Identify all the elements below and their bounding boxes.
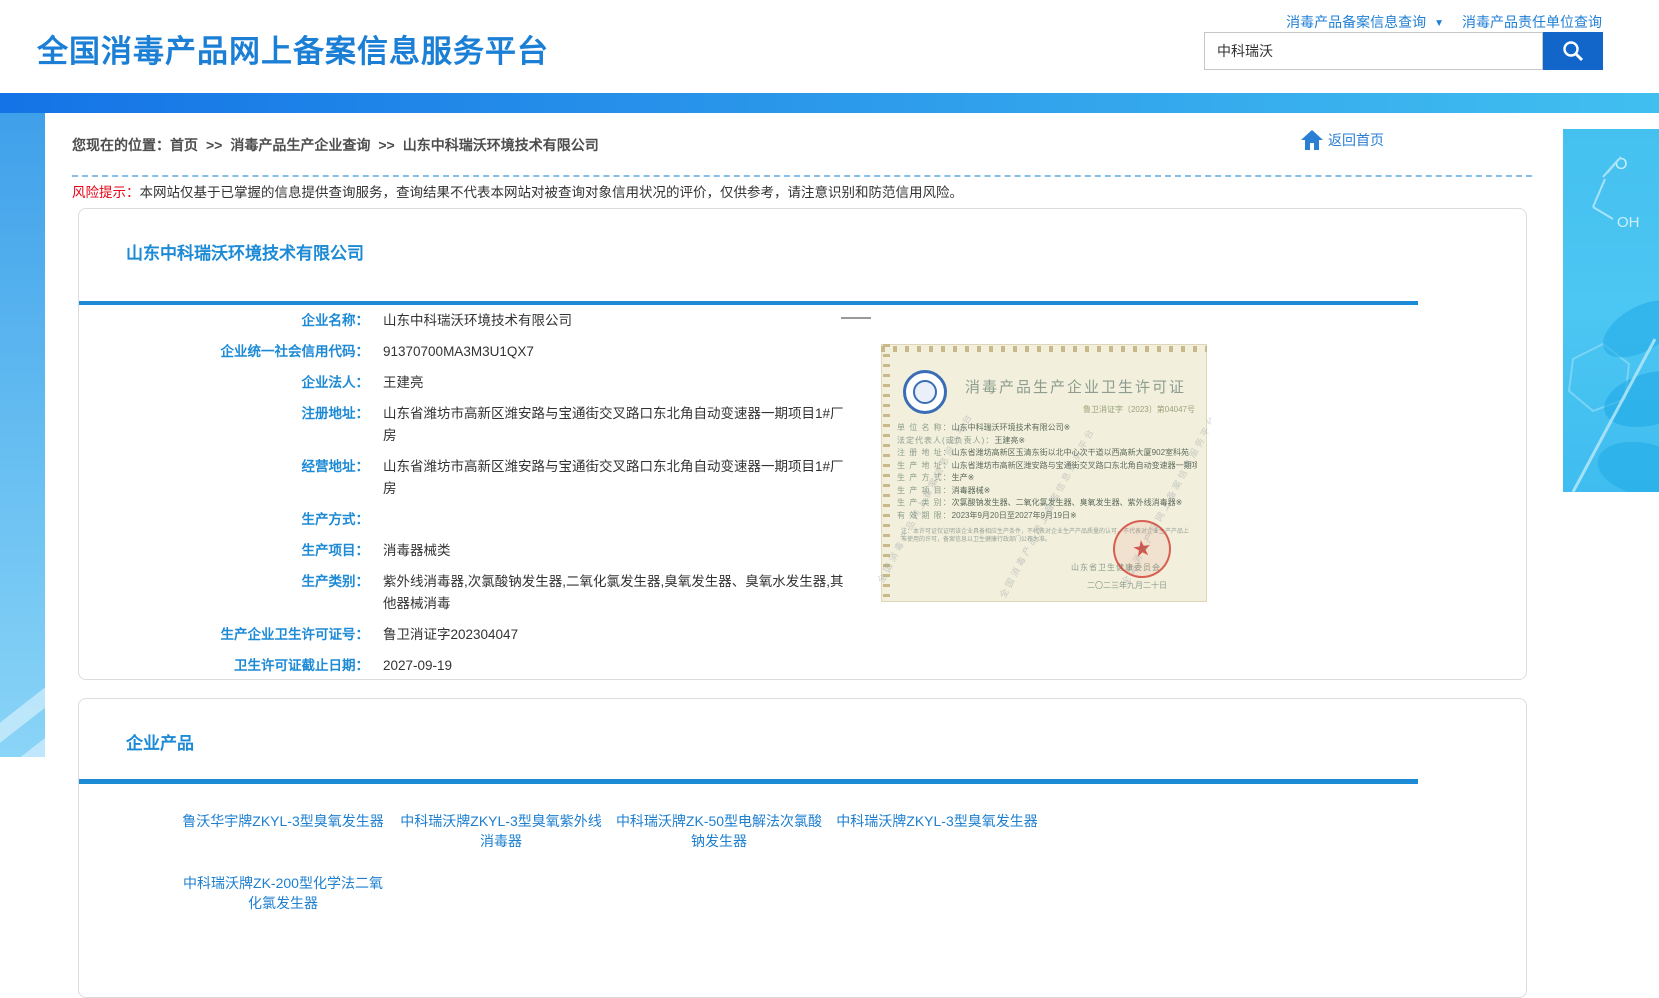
field-label: 生产类别： — [79, 571, 369, 593]
main-panel: 您现在的位置：首页 >> 消毒产品生产企业查询 >> 山东中科瑞沃环境技术有限公司 返回… — [45, 113, 1563, 919]
field-label: 生产项目： — [79, 540, 369, 562]
company-card: 山东中科瑞沃环境技术有限公司 企业名称： 山东中科瑞沃环境技术有限公司 企业统一社… — [78, 208, 1527, 680]
field-value: 2027-09-19 — [383, 655, 452, 677]
field-label: 注册地址： — [79, 403, 369, 425]
field-label: 企业名称： — [79, 310, 369, 332]
top-nav: 消毒产品备案信息查询 ▼ 消毒产品责任单位查询 — [1286, 12, 1602, 32]
products-list: 鲁沃华宇牌ZKYL-3型臭氧发生器 中科瑞沃牌ZKYL-3型臭氧紫外线消毒器 中… — [177, 811, 1057, 935]
company-fields: 企业名称： 山东中科瑞沃环境技术有限公司 企业统一社会信用代码： 91370700M… — [79, 305, 979, 681]
health-commission-emblem-icon — [903, 370, 947, 414]
field-row: 企业名称： 山东中科瑞沃环境技术有限公司 — [79, 305, 979, 336]
field-label: 企业法人： — [79, 372, 369, 394]
field-value: 鲁卫消证字202304047 — [383, 624, 518, 646]
search-bar — [1204, 32, 1603, 70]
chevron-down-icon: ▼ — [1434, 18, 1444, 29]
company-card-title: 山东中科瑞沃环境技术有限公司 — [126, 239, 364, 264]
field-value: 紫外线消毒器,次氯酸钠发生器,二氧化氯发生器,臭氧发生器、臭氧水发生器,其他器械… — [383, 571, 853, 615]
nav-link-record-info-query[interactable]: 消毒产品备案信息查询 — [1286, 14, 1426, 30]
left-decor-strip — [0, 113, 45, 757]
field-label: 生产企业卫生许可证号： — [79, 624, 369, 646]
field-label: 生产方式： — [79, 509, 369, 531]
search-icon — [1560, 38, 1586, 64]
light-streak-decoration — [0, 736, 45, 757]
nav-link-responsible-unit-query[interactable]: 消毒产品责任单位查询 — [1462, 14, 1602, 30]
products-card-title: 企业产品 — [126, 729, 194, 754]
field-value: 山东省潍坊市高新区潍安路与宝通街交叉路口东北角自动变速器一期项目1#厂房 — [383, 456, 853, 500]
search-input[interactable] — [1204, 32, 1543, 70]
field-label: 卫生许可证截止日期： — [79, 655, 369, 677]
molecule-o-label: O — [1615, 156, 1627, 173]
certificate-number: 鲁卫消证字〔2023〕第04047号 — [1083, 404, 1195, 415]
home-icon — [1300, 129, 1324, 151]
top-banner-band — [0, 93, 1659, 113]
breadcrumb-link-enterprise-query[interactable]: 消毒产品生产企业查询 — [230, 137, 370, 153]
molecule-oh-label: OH — [1617, 214, 1640, 231]
field-row: 生产类别： 紫外线消毒器,次氯酸钠发生器,二氧化氯发生器,臭氧发生器、臭氧水发生器… — [79, 566, 979, 619]
molecule-decoration: O OH — [1563, 129, 1659, 492]
dashed-divider — [72, 175, 1532, 177]
breadcrumb: 您现在的位置：首页 >> 消毒产品生产企业查询 >> 山东中科瑞沃环境技术有限公司 — [72, 135, 599, 155]
product-link[interactable]: 中科瑞沃牌ZK-200型化学法二氧化氯发生器 — [177, 873, 389, 913]
risk-label: 风险提示： — [72, 185, 140, 200]
field-value: 王建亮 — [383, 372, 424, 394]
field-row: 生产方式： — [79, 504, 979, 535]
field-value: 消毒器械类 — [383, 540, 451, 562]
field-row: 企业法人： 王建亮 — [79, 367, 979, 398]
right-decor-strip: O OH — [1563, 129, 1659, 492]
field-value: 山东省潍坊市高新区潍安路与宝通街交叉路口东北角自动变速器一期项目1#厂房 — [383, 403, 853, 447]
product-link[interactable]: 中科瑞沃牌ZKYL-3型臭氧发生器 — [831, 811, 1043, 851]
field-row: 注册地址： 山东省潍坊市高新区潍安路与宝通街交叉路口东北角自动变速器一期项目1#厂… — [79, 398, 979, 451]
product-link[interactable]: 中科瑞沃牌ZKYL-3型臭氧紫外线消毒器 — [395, 811, 607, 851]
products-card: 企业产品 鲁沃华宇牌ZKYL-3型臭氧发生器 中科瑞沃牌ZKYL-3型臭氧紫外线… — [78, 698, 1527, 998]
field-row: 经营地址： 山东省潍坊市高新区潍安路与宝通街交叉路口东北角自动变速器一期项目1#厂… — [79, 451, 979, 504]
field-row: 卫生许可证截止日期： 2027-09-19 — [79, 650, 979, 681]
certificate-title: 消毒产品生产企业卫生许可证 — [965, 376, 1186, 397]
field-row: 企业统一社会信用代码： 91370700MA3M3U1QX7 — [79, 336, 979, 367]
certificate-line: 单 位 名 称：山东中科瑞沃环境技术有限公司※ — [897, 422, 1197, 435]
site-title: 全国消毒产品网上备案信息服务平台 — [37, 26, 549, 71]
field-label: 企业统一社会信用代码： — [79, 341, 369, 363]
certificate-line: 法定代表人(或负责人)：王建亮※ — [897, 435, 1197, 448]
search-button[interactable] — [1543, 32, 1603, 70]
breadcrumb-separator: >> — [378, 137, 394, 153]
certificate-line: 生 产 项 目：消毒器械※ — [897, 485, 1197, 498]
certificate-image: 消毒产品生产企业卫生许可证 鲁卫消证字〔2023〕第04047号 单 位 名 称… — [846, 319, 1211, 609]
field-label: 经营地址： — [79, 456, 369, 478]
product-link[interactable]: 鲁沃华宇牌ZKYL-3型臭氧发生器 — [177, 811, 389, 851]
product-link[interactable]: 中科瑞沃牌ZK-50型电解法次氯酸钠发生器 — [613, 811, 825, 851]
back-home-label: 返回首页 — [1328, 130, 1384, 150]
field-value: 91370700MA3M3U1QX7 — [383, 341, 534, 363]
back-home-link[interactable]: 返回首页 — [1300, 129, 1384, 151]
field-value: 山东中科瑞沃环境技术有限公司 — [383, 310, 572, 332]
page-header: 全国消毒产品网上备案信息服务平台 消毒产品备案信息查询 ▼ 消毒产品责任单位查询 — [0, 0, 1659, 93]
risk-text: 本网站仅基于已掌握的信息提供查询服务，查询结果不代表本网站对被查询对象信用状况的… — [140, 185, 964, 200]
breadcrumb-separator: >> — [206, 137, 222, 153]
certificate-border-decoration — [881, 346, 1207, 352]
field-row: 生产企业卫生许可证号： 鲁卫消证字202304047 — [79, 619, 979, 650]
breadcrumb-prefix: 您现在的位置： — [72, 137, 170, 153]
breadcrumb-current: 山东中科瑞沃环境技术有限公司 — [403, 137, 599, 153]
field-row: 生产项目： 消毒器械类 — [79, 535, 979, 566]
title-underline — [79, 779, 1418, 784]
risk-notice: 风险提示：本网站仅基于已掌握的信息提供查询服务，查询结果不代表本网站对被查询对象… — [72, 183, 1502, 203]
breadcrumb-link-home[interactable]: 首页 — [170, 137, 198, 153]
